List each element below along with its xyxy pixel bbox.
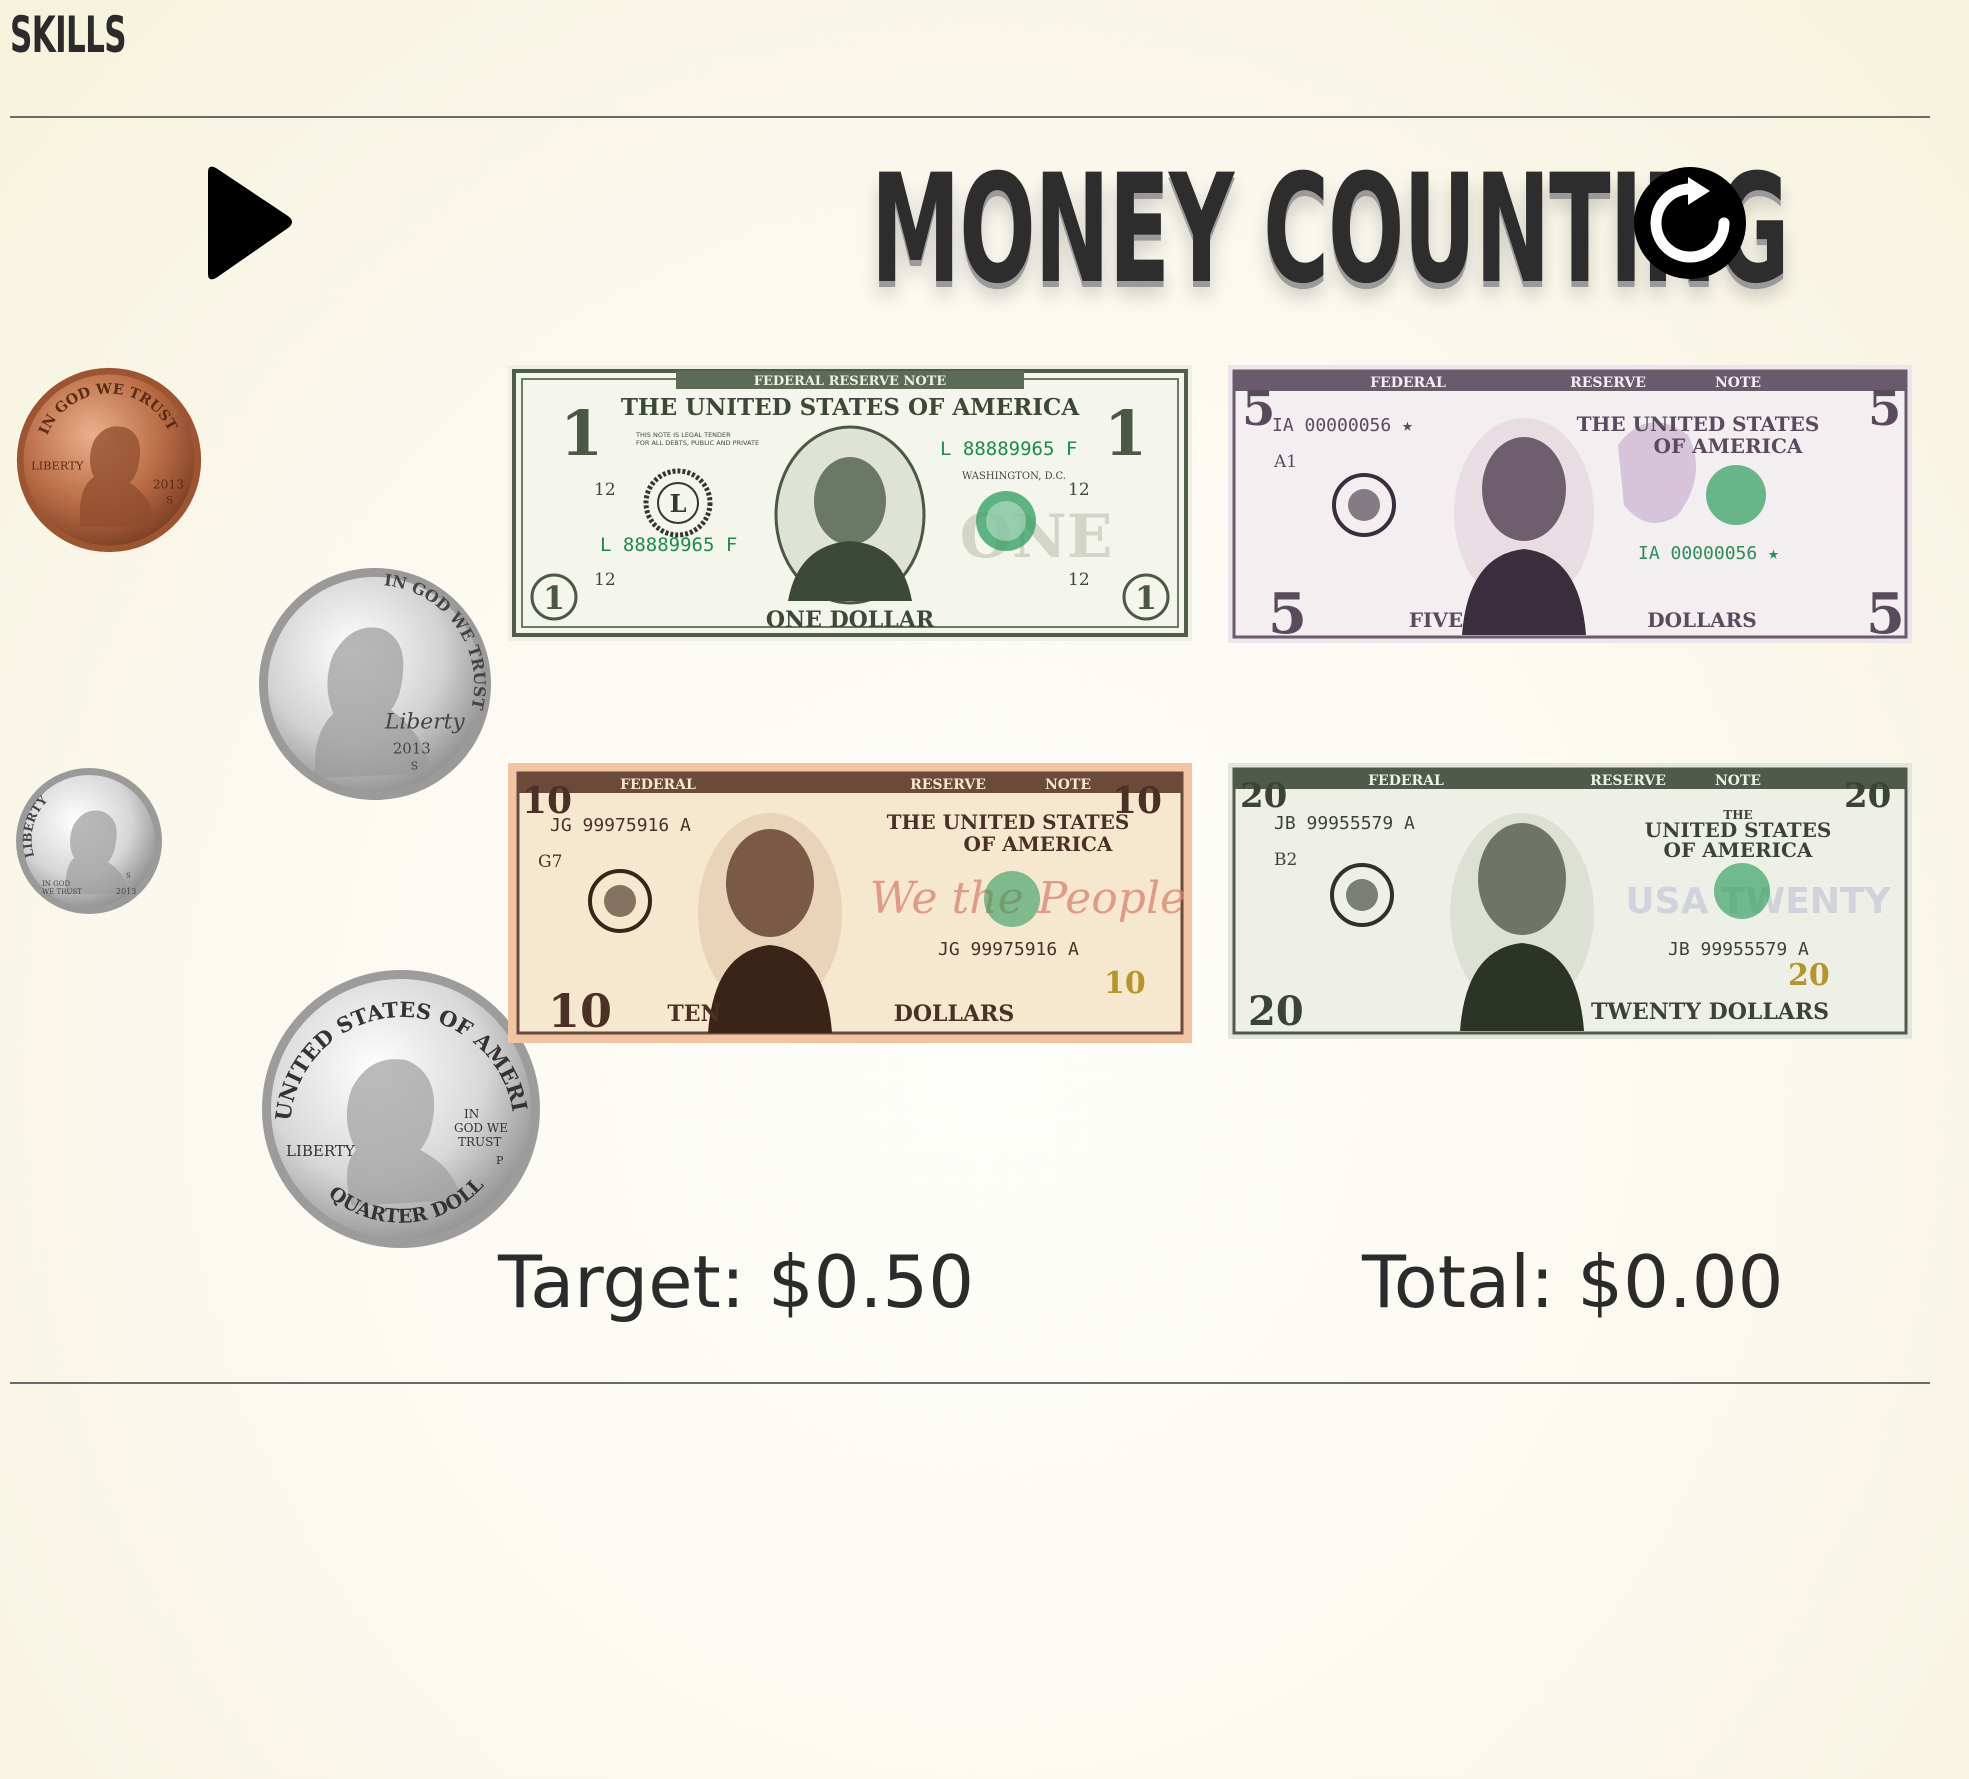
quarter-motto-1: IN (464, 1107, 479, 1121)
quarter-mint: P (496, 1154, 504, 1167)
refresh-icon (1634, 167, 1746, 279)
one-corner-br: 1 (1135, 579, 1157, 617)
ten-header-2: OF AMERICA (964, 832, 1113, 856)
five-plate: A1 (1273, 452, 1297, 472)
five-footer-left: FIVE (1409, 608, 1463, 632)
ten-dollar-bill[interactable]: FEDERAL RESERVE NOTE 10 10 10 10 JG 9997… (508, 763, 1192, 1043)
penny-image: IN GOD WE TRUST LIBERTY 2013 S (16, 367, 202, 553)
one-legal-1: THIS NOTE IS LEGAL TENDER (635, 431, 731, 439)
one-corner-bl: 1 (543, 579, 565, 617)
ten-banner-left: FEDERAL (620, 777, 696, 793)
dime-mint: S (126, 872, 131, 880)
ten-header-1: THE UNITED STATES (887, 810, 1130, 834)
penny-coin[interactable]: IN GOD WE TRUST LIBERTY 2013 S (14, 365, 204, 555)
one-plate-bl: 12 (594, 570, 616, 590)
twenty-serial-top: JB 99955579 A (1274, 813, 1415, 834)
twenty-footer: TWENTY DOLLARS (1591, 999, 1829, 1025)
twenty-header-2: OF AMERICA (1664, 838, 1813, 862)
five-corner-tr: 5 (1868, 381, 1901, 437)
nickel-image: IN GOD WE TRUST Liberty 2013 S (258, 567, 492, 801)
ten-footer-right: DOLLARS (894, 1001, 1014, 1027)
nickel-liberty: Liberty (384, 710, 465, 735)
nickel-coin[interactable]: IN GOD WE TRUST Liberty 2013 S (256, 565, 494, 803)
twenty-plate: B2 (1274, 850, 1297, 870)
five-dollar-bill[interactable]: FEDERAL RESERVE NOTE 5 5 5 5 IA 00000056… (1228, 365, 1912, 643)
five-corner-bl: 5 (1268, 581, 1307, 643)
bottom-divider (10, 1382, 1930, 1384)
penny-liberty: LIBERTY (31, 459, 84, 473)
twenty-corner-tr: 20 (1844, 776, 1891, 816)
quarter-motto-3: TRUST (458, 1135, 501, 1149)
dime-motto-2: WE TRUST (42, 888, 82, 896)
five-serial-top: IA 00000056 ★ (1272, 415, 1413, 436)
twenty-banner-mid: RESERVE (1590, 773, 1666, 789)
twenty-serial-bottom: JB 99955579 A (1668, 939, 1809, 960)
twenty-corner-br: 20 (1788, 958, 1830, 993)
penny-mint: S (166, 495, 173, 507)
five-dollar-image: FEDERAL RESERVE NOTE 5 5 5 5 IA 00000056… (1228, 365, 1912, 643)
ten-plate: G7 (538, 852, 562, 872)
ten-banner-mid: RESERVE (910, 777, 986, 793)
ten-serial-bottom: JG 99975916 A (938, 939, 1079, 960)
twenty-dollar-image: FEDERAL RESERVE NOTE 20 20 20 20 JB 9995… (1228, 763, 1912, 1039)
reset-button[interactable] (1630, 163, 1750, 283)
twenty-banner-left: FEDERAL (1368, 773, 1444, 789)
one-corner-tr: 1 (1104, 397, 1147, 470)
twenty-banner-right: NOTE (1715, 773, 1761, 789)
one-serial-bottom: L 88889965 F (600, 534, 737, 556)
five-header-1: THE UNITED STATES (1577, 412, 1820, 436)
twenty-dollar-bill[interactable]: FEDERAL RESERVE NOTE 20 20 20 20 JB 9995… (1228, 763, 1912, 1039)
penny-year: 2013 (153, 478, 184, 492)
page-title: MONEY COUNTING (565, 150, 1790, 320)
ten-corner-br: 10 (1104, 966, 1146, 1001)
five-serial-bottom: IA 00000056 ★ (1638, 543, 1779, 564)
one-serial-top: L 88889965 F (940, 438, 1077, 460)
one-banner: FEDERAL RESERVE NOTE (754, 374, 947, 389)
nickel-mint: S (411, 759, 418, 772)
dime-motto-1: IN GOD (42, 880, 70, 888)
brand-logo: SKILLS (10, 6, 127, 64)
ten-dollar-image: FEDERAL RESERVE NOTE 10 10 10 10 JG 9997… (508, 763, 1192, 1043)
ten-corner-bl: 10 (548, 984, 612, 1038)
ten-banner-right: NOTE (1045, 777, 1091, 793)
twenty-corner-tl: 20 (1240, 776, 1287, 816)
one-plate-tl: 12 (594, 480, 616, 500)
dime-year: 2013 (116, 887, 136, 896)
one-footer: ONE DOLLAR (766, 607, 935, 633)
twenty-corner-bl: 20 (1248, 988, 1304, 1035)
dime-image: LIBERTY IN GOD WE TRUST 2013 S (16, 768, 162, 914)
target-amount: Target: $0.50 (498, 1240, 975, 1324)
total-amount: Total: $0.00 (1362, 1240, 1784, 1324)
five-corner-tl: 5 (1242, 381, 1275, 437)
five-banner-mid: RESERVE (1570, 375, 1646, 391)
quarter-liberty: LIBERTY (286, 1142, 356, 1160)
five-banner-right: NOTE (1715, 375, 1761, 391)
one-plate-tr: 12 (1068, 480, 1090, 500)
one-city: WASHINGTON, D.C. (962, 471, 1066, 482)
one-corner-tl: 1 (560, 397, 603, 470)
quarter-coin[interactable]: UNITED STATES OF AMERICA QUARTER DOLLAR … (260, 968, 542, 1250)
play-icon (208, 166, 292, 280)
five-corner-br: 5 (1866, 581, 1905, 643)
five-banner-left: FEDERAL (1370, 375, 1446, 391)
quarter-motto-2: GOD WE (454, 1121, 508, 1135)
one-header: THE UNITED STATES OF AMERICA (621, 394, 1081, 421)
nickel-year: 2013 (393, 739, 431, 757)
ten-footer-left: TEN (667, 1001, 720, 1027)
quarter-image: UNITED STATES OF AMERICA QUARTER DOLLAR … (260, 968, 540, 1248)
one-seal-letter: L (670, 489, 687, 518)
dime-coin[interactable]: LIBERTY IN GOD WE TRUST 2013 S (14, 766, 164, 916)
one-plate-br: 12 (1068, 570, 1090, 590)
five-footer-right: DOLLARS (1647, 608, 1756, 632)
ten-serial-top: JG 99975916 A (550, 815, 691, 836)
one-legal-2: FOR ALL DEBTS, PUBLIC AND PRIVATE (636, 439, 759, 447)
one-dollar-image: FEDERAL RESERVE NOTE THE UNITED STATES O… (508, 365, 1192, 641)
top-divider (10, 116, 1930, 118)
five-header-2: OF AMERICA (1654, 434, 1803, 458)
play-button[interactable] (200, 160, 300, 290)
one-dollar-bill[interactable]: FEDERAL RESERVE NOTE THE UNITED STATES O… (508, 365, 1192, 641)
